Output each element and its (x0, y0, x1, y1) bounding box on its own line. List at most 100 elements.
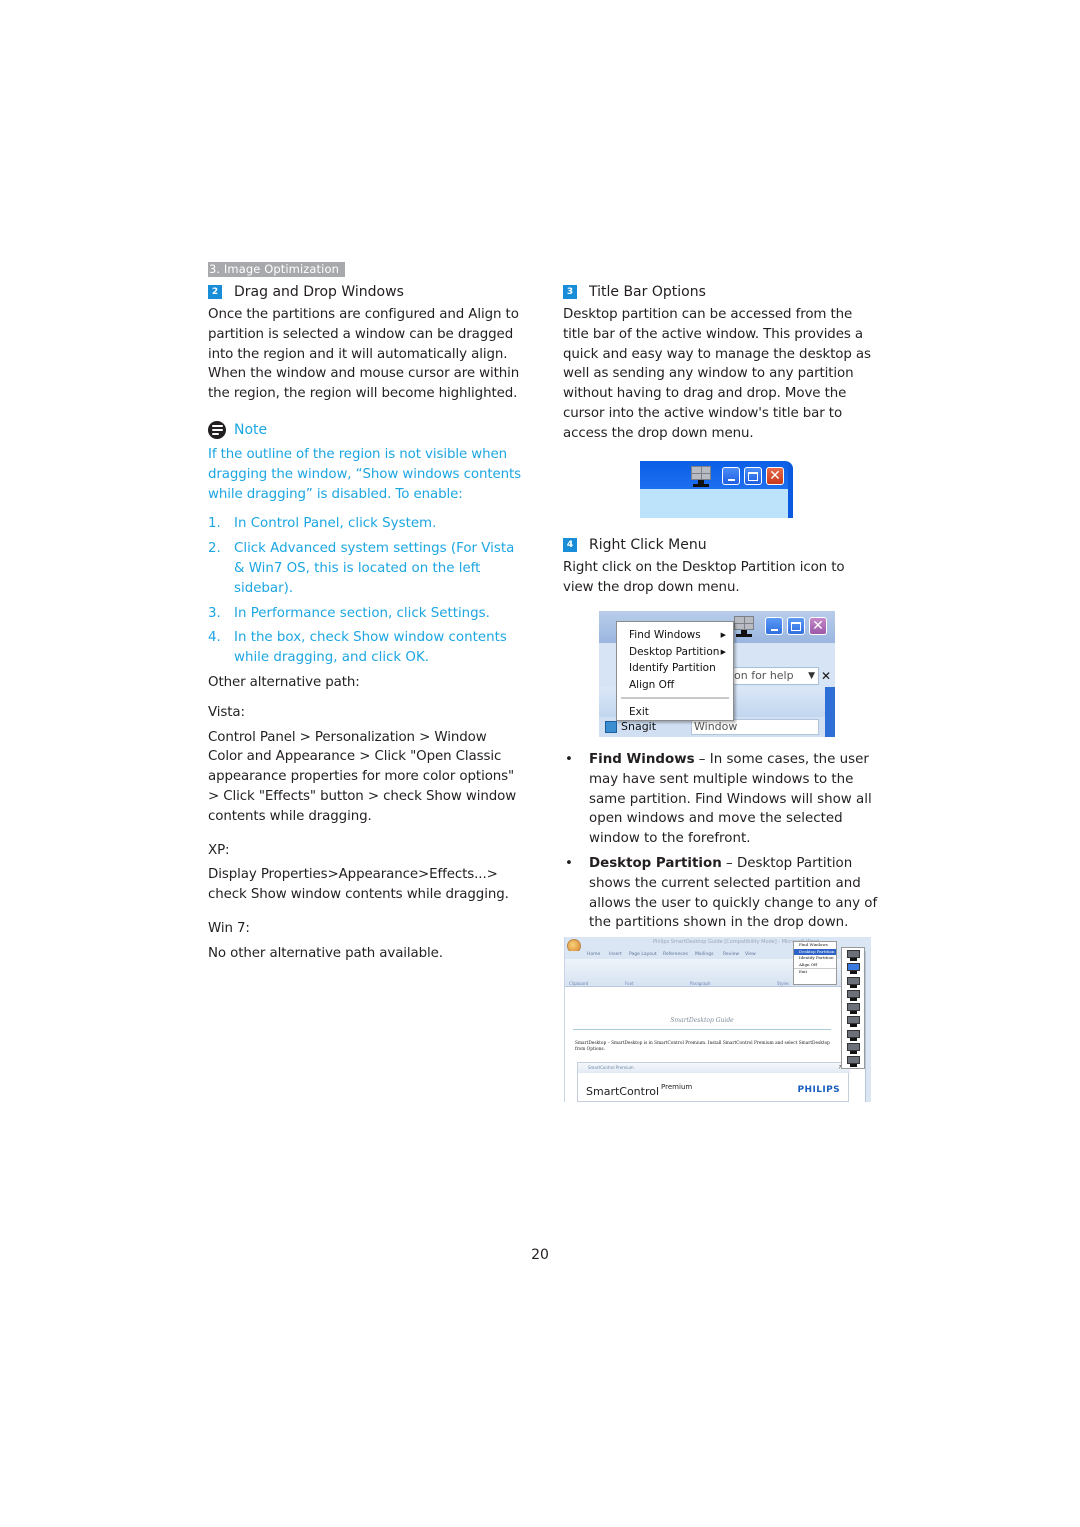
left-column: 2 Drag and Drop Windows Once the partiti… (208, 284, 523, 964)
submenu-arrow-icon: ▶ (720, 631, 726, 639)
close-icon[interactable]: ✕ (821, 669, 831, 683)
section-number-badge: 3 (563, 285, 577, 299)
menu-item-align-off[interactable]: Align Off (794, 962, 836, 969)
minimize-icon (770, 629, 778, 631)
partition-layout-icon[interactable] (846, 1056, 860, 1068)
menu-item-align-off[interactable]: Align Off (617, 677, 733, 694)
partition-layout-icon[interactable] (846, 1029, 860, 1042)
vista-label: Vista: (208, 704, 245, 720)
partition-layout-icon[interactable] (846, 1003, 860, 1015)
drag-drop-title: Drag and Drop Windows (234, 284, 404, 300)
menu-item-desktop-partition[interactable]: Desktop Partition (794, 948, 836, 956)
menu-item-find-windows[interactable]: Find Windows (794, 942, 836, 949)
list-item: 4. In the box, check Show window content… (208, 630, 507, 666)
close-button[interactable]: ✕ (809, 617, 827, 635)
note-steps-list: 1. In Control Panel, click System. 2. Cl… (208, 514, 523, 668)
note-icon (208, 420, 226, 439)
right-click-title: Right Click Menu (589, 537, 707, 553)
right-click-menu-screenshot: on for help ▼ ✕ Snagit Window ✕ Find Win… (599, 611, 835, 737)
desktop-partition-icon[interactable] (690, 466, 712, 488)
right-click-section: 4 Right Click Menu Right click on the De… (563, 537, 878, 598)
tab-references[interactable]: References (663, 952, 688, 957)
partition-layout-icon[interactable] (846, 1042, 860, 1055)
window-client-area (640, 489, 788, 518)
smartcontrol-titlebar: SmartControl Premium ? ✕ (578, 1063, 850, 1073)
note-label: Note (234, 421, 268, 438)
drag-drop-body: Once the partitions are configured and A… (208, 307, 520, 402)
partition-layout-icon[interactable] (846, 989, 860, 1002)
document-title: SmartDesktop Guide (670, 1017, 734, 1024)
partition-layout-list (841, 947, 865, 1069)
title-bar-title: Title Bar Options (589, 284, 706, 300)
title-bar-heading: 3 Title Bar Options (563, 284, 878, 300)
tab-insert[interactable]: Insert (609, 952, 622, 957)
close-icon: ✕ (769, 468, 781, 484)
dropdown-arrow-icon: ▼ (808, 671, 815, 681)
partition-layout-icon[interactable] (846, 950, 860, 962)
bullet-icon: • (565, 752, 573, 767)
menu-item-exit[interactable]: Exit (794, 968, 836, 975)
vista-text: Control Panel > Personalization > Window… (208, 729, 517, 824)
smartcontrol-brand: SmartControl Premium (586, 1083, 693, 1098)
maximize-button[interactable] (744, 467, 762, 485)
context-menu: Find Windows ▶ Desktop Partition ▶ Identif… (616, 621, 734, 721)
section-number-badge: 2 (208, 285, 222, 299)
philips-logo: PHILIPS (797, 1085, 840, 1095)
maximize-icon (748, 471, 758, 481)
partition-layout-icon[interactable] (846, 1016, 860, 1028)
tab-review[interactable]: Review (723, 952, 739, 957)
list-item: • Find Windows – In some cases, the user… (563, 750, 878, 849)
maximize-button[interactable] (787, 617, 805, 635)
tab-page-layout[interactable]: Page Layout (629, 952, 657, 957)
minimize-icon (727, 479, 735, 481)
menu-item-exit[interactable]: Exit (617, 704, 733, 721)
minimize-button[interactable] (722, 467, 740, 485)
xp-label: XP: (208, 842, 230, 858)
desktop-partition-icon[interactable] (733, 616, 755, 638)
win7-text: No other alternative path available. (208, 945, 443, 961)
list-item: 3. In Performance section, click Setting… (208, 605, 490, 621)
window-select[interactable]: Window (691, 719, 819, 735)
partition-dropdown-menu: Find Windows Desktop Partition Identify … (793, 941, 837, 985)
partition-layout-icon[interactable] (846, 963, 860, 975)
right-click-heading: 4 Right Click Menu (563, 537, 878, 553)
submenu-arrow-icon: ▶ (720, 647, 726, 656)
section-tag: 3. Image Optimization (208, 262, 345, 277)
tab-view[interactable]: View (745, 952, 756, 957)
xp-text: Display Properties>Appearance>Effects...… (208, 867, 509, 903)
list-item: 1. In Control Panel, click System. (208, 516, 437, 532)
title-bar-body: Desktop partition can be accessed from t… (563, 307, 871, 441)
title-bar-screenshot: ✕ (640, 461, 793, 518)
tab-mailings[interactable]: Mailings (695, 952, 713, 957)
title-bar-section: 3 Title Bar Options Desktop partition ca… (563, 284, 878, 444)
vertical-scrollbar[interactable] (865, 951, 871, 1102)
menu-item-identify-partition[interactable]: Identify Partition (794, 955, 836, 962)
menu-item-identify-partition[interactable]: Identify Partition (617, 660, 733, 677)
smartcontrol-panel: SmartControl Premium ? ✕ SmartControlPre… (577, 1062, 850, 1102)
list-item: 2. Click Advanced system settings (For V… (208, 541, 515, 596)
menu-item-find-windows[interactable]: Find Windows ▶ (617, 627, 733, 644)
page-number: 20 (531, 1247, 549, 1263)
help-search-box[interactable]: on for help ▼ (731, 667, 819, 685)
menu-description-list: • Find Windows – In some cases, the user… (563, 750, 878, 938)
close-button[interactable]: ✕ (766, 467, 784, 485)
bullet-icon: • (565, 855, 573, 871)
right-click-body: Right click on the Desktop Partition ico… (563, 560, 845, 595)
minimize-button[interactable] (765, 617, 783, 635)
snagit-toolbar-button[interactable]: Snagit (605, 720, 656, 733)
snagit-icon (605, 720, 617, 733)
menu-item-desktop-partition[interactable]: Desktop Partition ▶ (617, 644, 733, 661)
menu-separator (621, 697, 729, 700)
drag-drop-heading: 2 Drag and Drop Windows (208, 284, 523, 300)
note-heading: Note (208, 420, 523, 439)
close-icon: ✕ (812, 618, 824, 634)
section-number-badge: 4 (563, 538, 577, 552)
alt-path-heading: Other alternative path: (208, 674, 360, 690)
maximize-icon (791, 621, 801, 631)
note-intro: If the outline of the region is not visi… (208, 446, 522, 502)
partition-layout-icon[interactable] (846, 976, 860, 989)
list-item: • Desktop Partition – Desktop Partition … (563, 854, 878, 933)
tab-home[interactable]: Home (587, 952, 600, 957)
word-document-screenshot: Philips SmartDesktop Guide [Compatibilit… (564, 937, 871, 1102)
document-body: SmartDesktop – SmartDesktop is in SmartC… (575, 1041, 830, 1052)
